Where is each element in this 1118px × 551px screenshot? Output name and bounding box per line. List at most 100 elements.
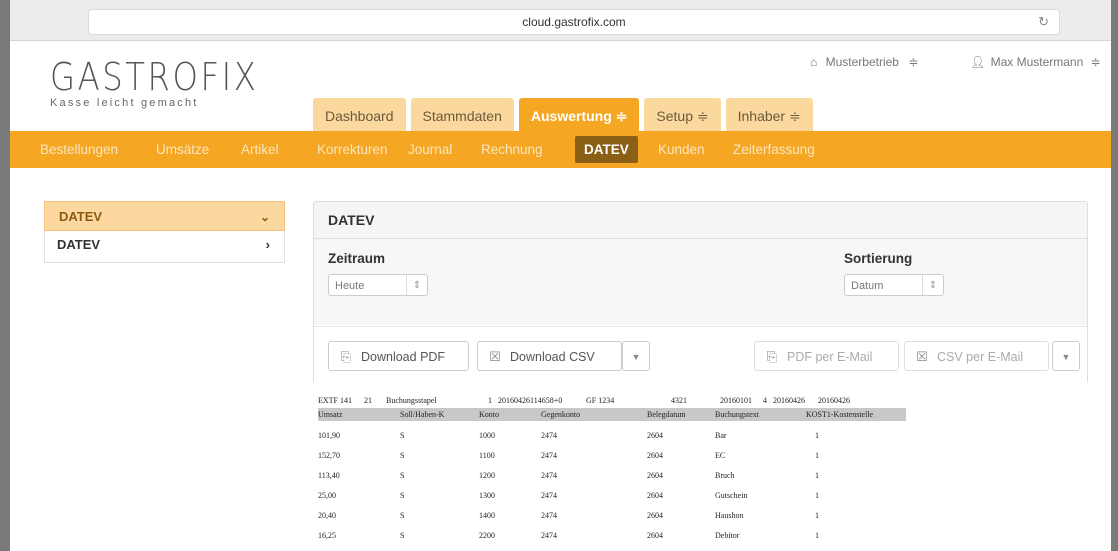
subnav-artikel[interactable]: Artikel (241, 131, 279, 168)
select-arrows-icon: ⇕ (922, 275, 943, 295)
sidebar-item-datev[interactable]: DATEV › (44, 231, 285, 263)
meta-field: 21 (364, 396, 372, 405)
period-select[interactable]: Heute ⇕ (328, 274, 428, 296)
email-options-dropdown[interactable]: ▼ (1052, 341, 1080, 371)
period-value: Heute (335, 280, 365, 292)
export-header-row: Umsatz Soll/Haben-K Konto Gegenkonto Bel… (318, 408, 906, 421)
download-csv-label: Download CSV (510, 350, 595, 364)
cell: 25,00 (318, 491, 336, 500)
business-selector[interactable]: ⌂ Musterbetrieb ≑ (810, 55, 918, 69)
tab-setup[interactable]: Setup ≑ (644, 98, 721, 131)
home-icon: ⌂ (810, 55, 818, 69)
cell: 2474 (541, 491, 557, 500)
export-row: 20,40 S 1400 2474 2604 Haushon 1 (318, 509, 906, 522)
meta-field: 20160426114658+0 (498, 396, 563, 405)
csv-email-button[interactable]: ☒ CSV per E-Mail (904, 341, 1049, 371)
csv-email-label: CSV per E-Mail (937, 350, 1024, 364)
cell: 113,40 (318, 471, 340, 480)
cell: S (400, 431, 405, 440)
cell: 2474 (541, 531, 557, 540)
pdf-email-button[interactable]: ⎘ PDF per E-Mail (754, 341, 899, 371)
sort-select[interactable]: Datum ⇕ (844, 274, 944, 296)
sidebar-section-header[interactable]: DATEV ⌄ (44, 201, 285, 231)
cell: 2604 (647, 471, 663, 480)
cell: 1300 (479, 491, 495, 500)
subnav-kunden[interactable]: Kunden (658, 131, 705, 168)
export-row: 101,90 S 1000 2474 2604 Bar 1 (318, 429, 906, 442)
sort-value: Datum (851, 280, 884, 292)
pdf-file-icon: ⎘ (766, 349, 778, 364)
address-bar[interactable]: cloud.gastrofix.com ↻ (88, 9, 1060, 35)
app-header: GASTROFIX Kasse leicht gemacht ⌂ Musterb… (10, 41, 1111, 131)
cell: 2474 (541, 431, 557, 440)
subnav-zeiterfassung[interactable]: Zeiterfassung (733, 131, 815, 168)
brand-tagline: Kasse leicht gemacht (50, 97, 199, 109)
cell: 152,70 (318, 451, 340, 460)
subnav-korrekturen[interactable]: Korrekturen (317, 131, 388, 168)
export-row: 16,25 S 2200 2474 2604 Debitor 1 (318, 529, 906, 542)
cell: 2200 (479, 531, 495, 540)
tab-inhaber[interactable]: Inhaber ≑ (725, 98, 813, 131)
subnav-datev[interactable]: DATEV (575, 136, 638, 163)
column-header: Belegdatum (647, 410, 686, 419)
period-label: Zeitraum (328, 251, 386, 266)
export-row: 25,00 S 1300 2474 2604 Gutschein 1 (318, 489, 906, 502)
download-options-dropdown[interactable]: ▼ (622, 341, 650, 371)
reload-icon[interactable]: ↻ (1038, 10, 1049, 34)
chevron-updown-icon: ≑ (908, 55, 919, 69)
subnav-umsaetze[interactable]: Umsätze (156, 131, 209, 168)
window-frame-right (1111, 0, 1118, 551)
column-header: Konto (479, 410, 499, 419)
cell: 16,25 (318, 531, 336, 540)
subnav-bestellungen[interactable]: Bestellungen (40, 131, 118, 168)
tab-dashboard[interactable]: Dashboard (313, 98, 406, 131)
business-name: Musterbetrieb (825, 55, 899, 69)
select-arrows-icon: ⇕ (406, 275, 427, 295)
window-frame-left (0, 0, 10, 551)
meta-field: 4 (763, 396, 767, 405)
csv-file-icon: ☒ (916, 349, 928, 364)
cell: S (400, 511, 405, 520)
download-pdf-label: Download PDF (361, 350, 446, 364)
cell: Bar (715, 431, 727, 440)
panel-title: DATEV (314, 202, 1087, 239)
cell: 1 (815, 531, 819, 540)
cell: 2604 (647, 431, 663, 440)
cell: S (400, 531, 405, 540)
subnav-journal[interactable]: Journal (408, 131, 452, 168)
meta-field: 20160101 (720, 396, 752, 405)
tab-auswertung[interactable]: Auswertung ≑ (518, 98, 640, 131)
export-row: 152,70 S 1100 2474 2604 EC 1 (318, 449, 906, 462)
user-icon: 👤︎ (970, 55, 986, 69)
sidebar-item-label: DATEV (57, 237, 101, 252)
cell: 2604 (647, 511, 663, 520)
user-selector[interactable]: 👤︎ Max Mustermann ≑ (970, 55, 1101, 69)
cell: S (400, 491, 405, 500)
cell: 1000 (479, 431, 495, 440)
tab-stammdaten[interactable]: Stammdaten (410, 98, 514, 131)
datev-panel: DATEV Zeitraum Heute ⇕ Sortierung Datum … (313, 201, 1088, 384)
download-pdf-button[interactable]: ⎘ Download PDF (328, 341, 469, 371)
cell: 1400 (479, 511, 495, 520)
sidebar-section-title: DATEV (59, 209, 103, 224)
cell: 1 (815, 511, 819, 520)
export-row: 113,40 S 1200 2474 2604 Bruch 1 (318, 469, 906, 482)
subnav-rechnung[interactable]: Rechnung (481, 131, 543, 168)
column-header: Buchungstext (715, 410, 759, 419)
csv-file-icon: ☒ (489, 349, 501, 364)
cell: 2604 (647, 531, 663, 540)
cell: 1200 (479, 471, 495, 480)
sub-navigation: Bestellungen Umsätze Artikel Korrekturen… (10, 131, 1111, 168)
address-url: cloud.gastrofix.com (522, 15, 626, 29)
brand-logo[interactable]: GASTROFIX (50, 55, 258, 99)
column-header: KOST1-Kostenstelle (806, 410, 874, 419)
meta-field: 20160426 (818, 396, 850, 405)
download-csv-button[interactable]: ☒ Download CSV (477, 341, 622, 371)
cell: 2604 (647, 491, 663, 500)
column-header: Umsatz (318, 410, 343, 419)
cell: 1 (815, 491, 819, 500)
meta-field: 20160426 (773, 396, 805, 405)
cell: 1 (815, 431, 819, 440)
meta-field: GF 1234 (586, 396, 615, 405)
column-header: Soll/Haben-K (400, 410, 445, 419)
